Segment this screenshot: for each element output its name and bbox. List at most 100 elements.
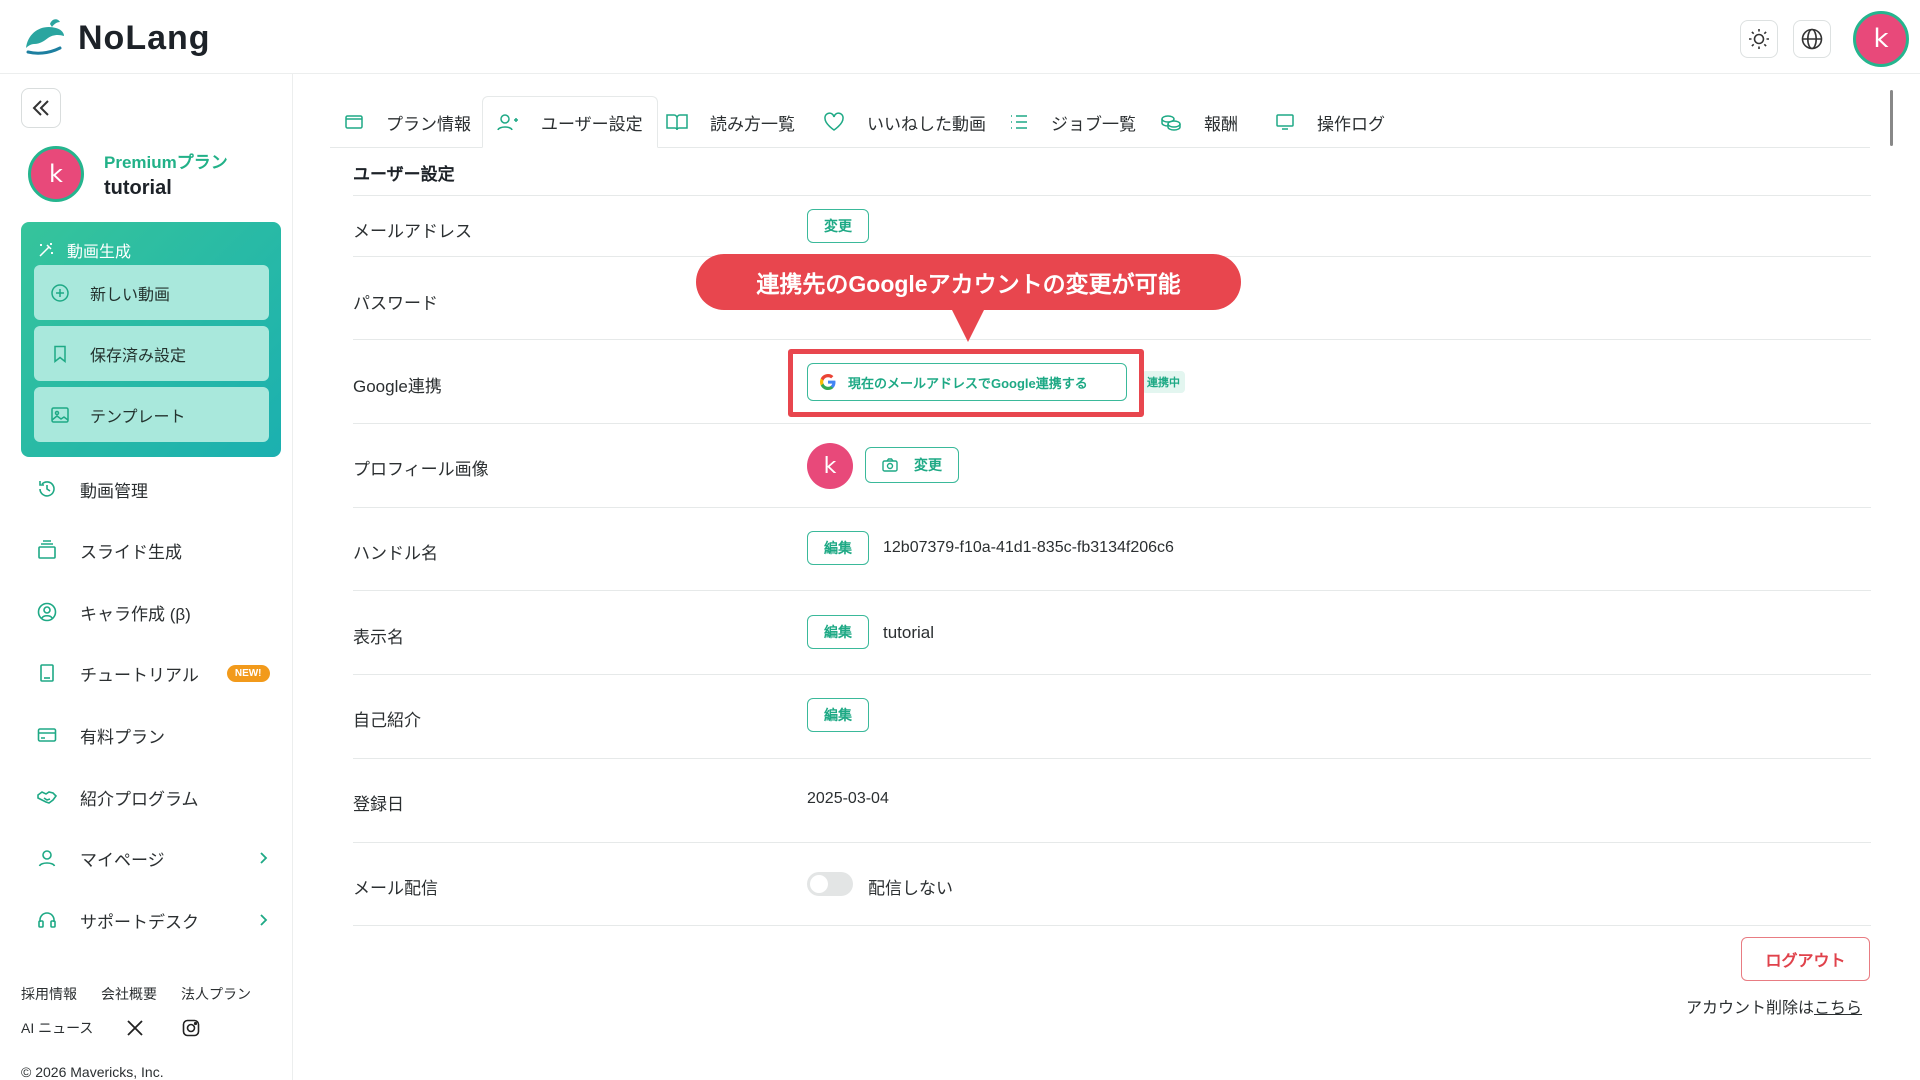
theme-toggle-button[interactable]: [1740, 20, 1778, 58]
change-profile-image-button[interactable]: 変更: [865, 447, 959, 483]
new-video-button[interactable]: 新しい動画: [34, 265, 269, 320]
tab-liked-videos[interactable]: いいねした動画: [809, 96, 1000, 148]
row-divider: [353, 423, 1871, 424]
footer-link-company[interactable]: 会社概要: [101, 984, 157, 1004]
plan-name: Premiumプラン: [104, 153, 228, 172]
chevron-right-icon: [260, 914, 268, 926]
sidebar-item-character-creation[interactable]: キャラ作成 (β): [36, 592, 276, 632]
bookmark-icon: [54, 345, 66, 363]
sidebar: k Premiumプラン tutorial 動画生成 新しい動画 保存済み設定: [0, 74, 293, 1080]
sidebar-item-paid-plan[interactable]: 有料プラン: [36, 715, 276, 755]
character-icon: [37, 602, 57, 622]
mail-delivery-status: 配信しない: [868, 879, 953, 898]
image-icon: [51, 406, 69, 423]
list-icon: [1011, 115, 1027, 129]
copyright: © 2026 Mavericks, Inc.: [21, 1064, 164, 1080]
saved-settings-button[interactable]: 保存済み設定: [34, 326, 269, 381]
sidebar-item-support-desk[interactable]: サポートデスク: [36, 900, 276, 940]
sidebar-item-video-management[interactable]: 動画管理: [36, 469, 276, 509]
app-name: NoLang: [78, 18, 211, 57]
tab-job-list[interactable]: ジョブ一覧: [995, 96, 1150, 148]
sidebar-item-referral-program[interactable]: 紹介プログラム: [36, 777, 276, 817]
edit-bio-button[interactable]: 編集: [807, 698, 869, 732]
tab-user-settings[interactable]: ユーザー設定: [482, 96, 658, 148]
mail-delivery-label: メール配信: [353, 879, 438, 898]
password-label: パスワード: [353, 294, 438, 313]
sun-icon: [1749, 29, 1769, 49]
video-generation-title: 動画生成: [37, 238, 131, 262]
username: tutorial: [104, 177, 172, 199]
bio-label: 自己紹介: [353, 711, 421, 730]
footer-social: AI ニュース: [21, 1018, 201, 1038]
tab-plan-info[interactable]: プラン情報: [330, 96, 485, 148]
plus-circle-icon: [51, 283, 69, 302]
footer-links: 採用情報 会社概要 法人プラン: [21, 984, 275, 1004]
display-name-label: 表示名: [353, 628, 404, 647]
user-icon: [38, 850, 56, 867]
logo[interactable]: NoLang: [20, 14, 211, 62]
heart-icon: [824, 112, 844, 131]
user-avatar[interactable]: k: [1853, 11, 1909, 67]
user-settings-icon: [497, 114, 518, 131]
sidebar-item-slide-generation[interactable]: スライド生成: [36, 530, 276, 570]
book-icon: [40, 664, 54, 682]
camera-icon: [882, 458, 898, 472]
handle-value: 12b07379-f10a-41d1-835c-fb3134f206c6: [883, 539, 1174, 556]
row-divider: [353, 507, 1871, 508]
annotation-highlight-box: [788, 349, 1144, 417]
history-icon: [39, 481, 55, 497]
row-divider: [353, 195, 1871, 196]
google-linked-status-badge: 連携中: [1142, 371, 1185, 393]
new-badge: NEW!: [226, 664, 270, 682]
collapse-sidebar-button[interactable]: [21, 88, 61, 128]
google-link-label: Google連携: [353, 377, 442, 396]
display-name-value: tutorial: [883, 623, 935, 642]
tabs-scrollbar[interactable]: [1890, 90, 1893, 146]
sidebar-item-my-page[interactable]: マイページ: [36, 838, 276, 878]
settings-tabs: プラン情報 ユーザー設定 読み方一覧 いいねした動画 ジョブ一覧 報酬 操作ログ: [330, 74, 1870, 148]
footer-link-enterprise[interactable]: 法人プラン: [181, 984, 251, 1004]
headset-icon: [38, 912, 56, 928]
monitor-icon: [1276, 114, 1294, 130]
video-generation-panel: 動画生成 新しい動画 保存済み設定 テンプレート: [21, 222, 281, 457]
annotation-callout-tail: [951, 308, 985, 342]
logout-button[interactable]: ログアウト: [1741, 937, 1870, 981]
sidebar-item-tutorial[interactable]: チュートリアル NEW!: [36, 653, 276, 693]
account-deletion-link[interactable]: こちら: [1814, 1000, 1862, 1017]
profile-summary: k Premiumプラン tutorial: [28, 146, 228, 202]
registered-date-label: 登録日: [353, 795, 404, 814]
footer-link-ai-news[interactable]: AI ニュース: [21, 1018, 93, 1038]
card-icon: [37, 728, 57, 742]
section-title: ユーザー設定: [353, 165, 455, 184]
footer-link-careers[interactable]: 採用情報: [21, 984, 77, 1004]
template-button[interactable]: テンプレート: [34, 387, 269, 442]
row-divider: [353, 339, 1871, 340]
tab-operation-log[interactable]: 操作ログ: [1261, 96, 1399, 148]
profile-image-label: プロフィール画像: [353, 460, 489, 479]
toggle-knob: [810, 875, 828, 893]
slides-icon: [38, 540, 56, 559]
coins-icon: [1161, 115, 1181, 131]
edit-display-name-button[interactable]: 編集: [807, 615, 869, 649]
open-book-icon: [666, 114, 688, 131]
change-email-button[interactable]: 変更: [807, 209, 869, 243]
mail-delivery-toggle[interactable]: [807, 872, 853, 896]
row-divider: [353, 842, 1871, 843]
profile-avatar: k: [28, 146, 84, 202]
language-button[interactable]: [1793, 20, 1831, 58]
double-chevron-left-icon: [32, 100, 49, 116]
dolphin-logo-icon: [26, 19, 64, 55]
tab-reading-list[interactable]: 読み方一覧: [652, 96, 809, 148]
globe-icon: [1801, 28, 1823, 50]
row-divider: [353, 590, 1871, 591]
handle-label: ハンドル名: [353, 544, 438, 563]
account-deletion-line: アカウント削除はこちら: [1686, 1000, 1863, 1017]
edit-handle-button[interactable]: 編集: [807, 531, 869, 565]
wallet-icon: [345, 115, 363, 129]
row-divider: [353, 925, 1871, 926]
registered-date-value: 2025-03-04: [807, 790, 889, 807]
profile-image-avatar: k: [807, 443, 853, 489]
tab-rewards[interactable]: 報酬: [1146, 96, 1252, 148]
x-logo-icon[interactable]: [125, 1018, 145, 1038]
instagram-icon[interactable]: [181, 1018, 201, 1038]
